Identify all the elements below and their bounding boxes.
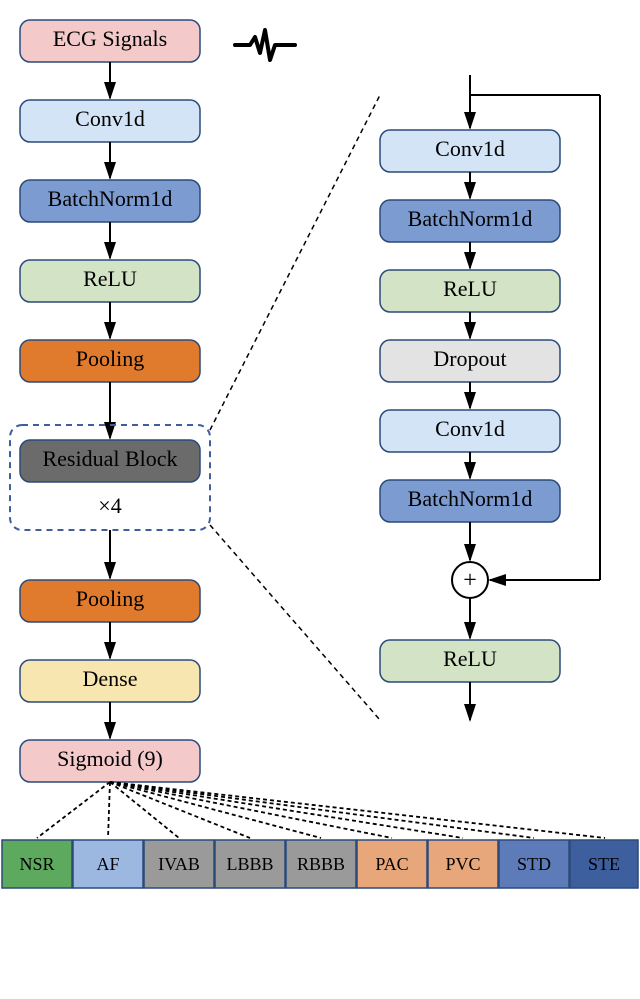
pool2-label: Pooling	[76, 586, 144, 611]
res-relu2-label: ReLU	[443, 646, 497, 671]
main-column: ECG Signals Conv1d BatchNorm1d ReLU Pool…	[10, 20, 295, 782]
out-label-5: PAC	[375, 854, 408, 874]
dashed-connector-top	[210, 95, 380, 430]
dense-label: Dense	[83, 666, 138, 691]
bn-label: BatchNorm1d	[48, 186, 173, 211]
res-conv2-label: Conv1d	[435, 416, 505, 441]
add-label: +	[463, 568, 477, 594]
input-label: ECG Signals	[53, 26, 167, 51]
out-label-7: STD	[517, 854, 551, 874]
dashed-connector-bottom	[210, 525, 380, 720]
fan-line	[110, 782, 605, 838]
res-bn2-label: BatchNorm1d	[408, 486, 533, 511]
output-row: NSR AF IVAB LBBB RBBB PAC PVC STD STE	[2, 782, 638, 888]
residual-detail: Conv1d BatchNorm1d ReLU Dropout Conv1d B…	[380, 75, 600, 720]
fan-line	[110, 782, 321, 838]
out-label-3: LBBB	[226, 854, 273, 874]
out-label-2: IVAB	[158, 854, 200, 874]
ecg-icon	[235, 30, 295, 60]
fan-line	[37, 782, 110, 838]
fan-line	[108, 782, 110, 838]
res-mult-label: ×4	[98, 493, 121, 518]
res-conv1-label: Conv1d	[435, 136, 505, 161]
res-bn1-label: BatchNorm1d	[408, 206, 533, 231]
res-relu1-label: ReLU	[443, 276, 497, 301]
out-label-1: AF	[96, 854, 119, 874]
fan-line	[110, 782, 534, 838]
architecture-diagram: ECG Signals Conv1d BatchNorm1d ReLU Pool…	[0, 0, 640, 999]
out-label-0: NSR	[19, 854, 54, 874]
res-dropout-label: Dropout	[433, 346, 506, 371]
out-label-6: PVC	[445, 854, 480, 874]
relu-label: ReLU	[83, 266, 137, 291]
res-label: Residual Block	[42, 446, 177, 471]
out-label-8: STE	[588, 854, 620, 874]
out-label-4: RBBB	[297, 854, 345, 874]
pool-label: Pooling	[76, 346, 144, 371]
conv-label: Conv1d	[75, 106, 145, 131]
out-cells: NSR AF IVAB LBBB RBBB PAC PVC STD STE	[2, 840, 638, 888]
sigmoid-label: Sigmoid (9)	[57, 746, 163, 771]
